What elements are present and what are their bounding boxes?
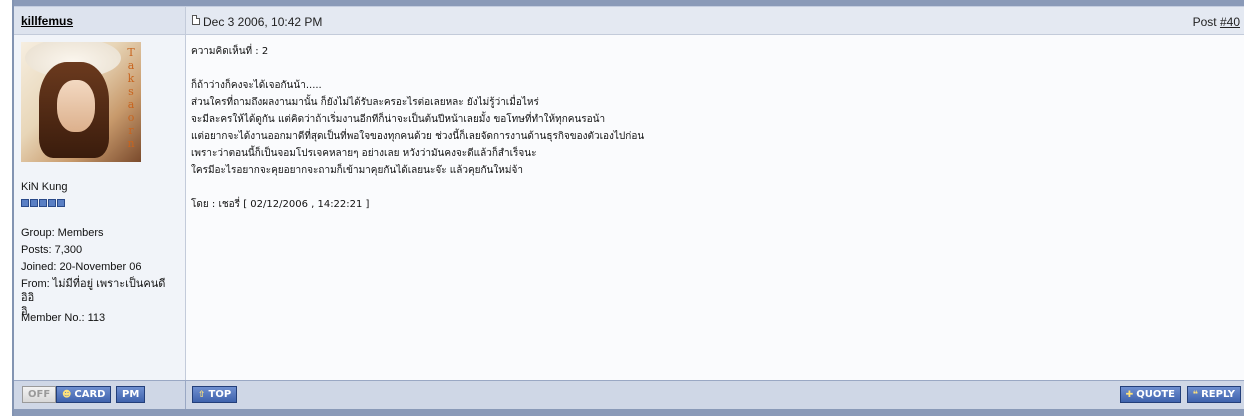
top-button[interactable]: ⇧ TOP bbox=[192, 386, 238, 403]
author-display-name: KiN Kung bbox=[21, 181, 68, 193]
quote-button[interactable]: ✚ QUOTE bbox=[1119, 386, 1181, 403]
avatar-signature-letter: r bbox=[128, 124, 134, 137]
author-username-link[interactable]: killfemus bbox=[21, 14, 73, 28]
avatar-signature-letter: k bbox=[127, 72, 135, 85]
post-container: killfemus Dec 3 2006, 10:42 PM Post #40 … bbox=[12, 0, 1244, 416]
author-from-line1: From: ไม่มีที่อยู่ เพราะเป็นคนดี อิอิ bbox=[21, 278, 166, 304]
rank-pips bbox=[21, 196, 66, 210]
author-member-no: Member No.: 113 bbox=[21, 312, 106, 324]
rank-pip bbox=[21, 199, 29, 207]
post-line: ก็ถ้าว่างก็คงจะได้เจอกันน้า..... bbox=[191, 80, 322, 91]
bottom-border bbox=[14, 409, 1244, 416]
post-header: Dec 3 2006, 10:42 PM Post #40 bbox=[186, 7, 1244, 35]
top-border bbox=[14, 0, 1244, 7]
reply-label: REPLY bbox=[1201, 389, 1235, 400]
rank-pip bbox=[30, 199, 38, 207]
quote-mark-icon: ❝ bbox=[1192, 390, 1199, 400]
post-number: Post #40 bbox=[1193, 15, 1240, 29]
post-line: ส่วนใครที่ถามถึงผลงานมานั้น ก็ยังไม่ได้ร… bbox=[191, 97, 539, 108]
author-sidebar: Taksaorn KiN Kung Group: Members Posts: … bbox=[14, 35, 186, 380]
rank-pip bbox=[48, 199, 56, 207]
post-line: แต่อยากจะได้งานออกมาดีที่สุดเป็นที่พอใจข… bbox=[191, 131, 645, 142]
post-number-label: Post bbox=[1192, 15, 1220, 29]
post-line: โดย : เชอรี่ [ 02/12/2006 , 14:22:21 ] bbox=[191, 199, 370, 210]
arrow-up-icon: ⇧ bbox=[198, 390, 206, 400]
post-line: เพราะว่าตอนนี้ก็เป็นจอมโปรเจคหลายๆ อย่าง… bbox=[191, 148, 537, 159]
post-line bbox=[191, 179, 644, 196]
avatar-signature-letter: o bbox=[127, 111, 135, 124]
post-line: จะมีละครให้ได้ดูกัน แต่คิดว่าถ้าเริ่มงาน… bbox=[191, 114, 606, 125]
avatar-signature-letter: s bbox=[128, 85, 134, 98]
user-icon: ☻ bbox=[62, 390, 72, 400]
author-posts: Posts: 7,300 bbox=[21, 244, 83, 256]
rank-pip bbox=[39, 199, 47, 207]
author-joined: Joined: 20-November 06 bbox=[21, 261, 142, 273]
card-label: CARD bbox=[74, 389, 106, 400]
author-footer: OFF ☻ CARD PM bbox=[14, 380, 186, 409]
post-line: ความคิดเห็นที่ : 2 bbox=[191, 46, 269, 57]
top-label: TOP bbox=[208, 389, 232, 400]
quote-label: QUOTE bbox=[1136, 389, 1175, 400]
avatar-signature-letter: T bbox=[127, 46, 135, 59]
avatar-signature: Taksaorn bbox=[125, 46, 137, 150]
post-line bbox=[191, 60, 644, 77]
plus-icon: ✚ bbox=[1125, 390, 1134, 400]
avatar-signature-letter: n bbox=[127, 137, 135, 150]
post-date: Dec 3 2006, 10:42 PM bbox=[203, 15, 323, 29]
avatar-signature-letter: a bbox=[127, 59, 135, 72]
post-content: ความคิดเห็นที่ : 2 ก็ถ้าว่างก็คงจะได้เจอ… bbox=[191, 43, 644, 213]
online-status-label: OFF bbox=[28, 389, 51, 400]
avatar-signature-letter: a bbox=[127, 98, 135, 111]
post-line: ใครมีอะไรอยากจะคุยอยากจะถามก็เข้ามาคุยกั… bbox=[191, 165, 523, 176]
avatar: Taksaorn bbox=[21, 42, 141, 162]
post-body: ความคิดเห็นที่ : 2 ก็ถ้าว่างก็คงจะได้เจอ… bbox=[186, 35, 1244, 380]
rank-pip bbox=[57, 199, 65, 207]
post-number-link[interactable]: #40 bbox=[1220, 15, 1240, 29]
post-footer: ⇧ TOP ✚ QUOTE ❝ REPLY bbox=[186, 380, 1244, 409]
reply-button[interactable]: ❝ REPLY bbox=[1186, 386, 1241, 403]
post-author-header: killfemus bbox=[14, 7, 186, 35]
post-document-icon bbox=[192, 15, 200, 25]
online-status-button[interactable]: OFF bbox=[22, 386, 57, 403]
pm-button[interactable]: PM bbox=[116, 386, 146, 403]
pm-label: PM bbox=[122, 389, 140, 400]
author-group: Group: Members bbox=[21, 227, 104, 239]
card-button[interactable]: ☻ CARD bbox=[56, 386, 112, 403]
